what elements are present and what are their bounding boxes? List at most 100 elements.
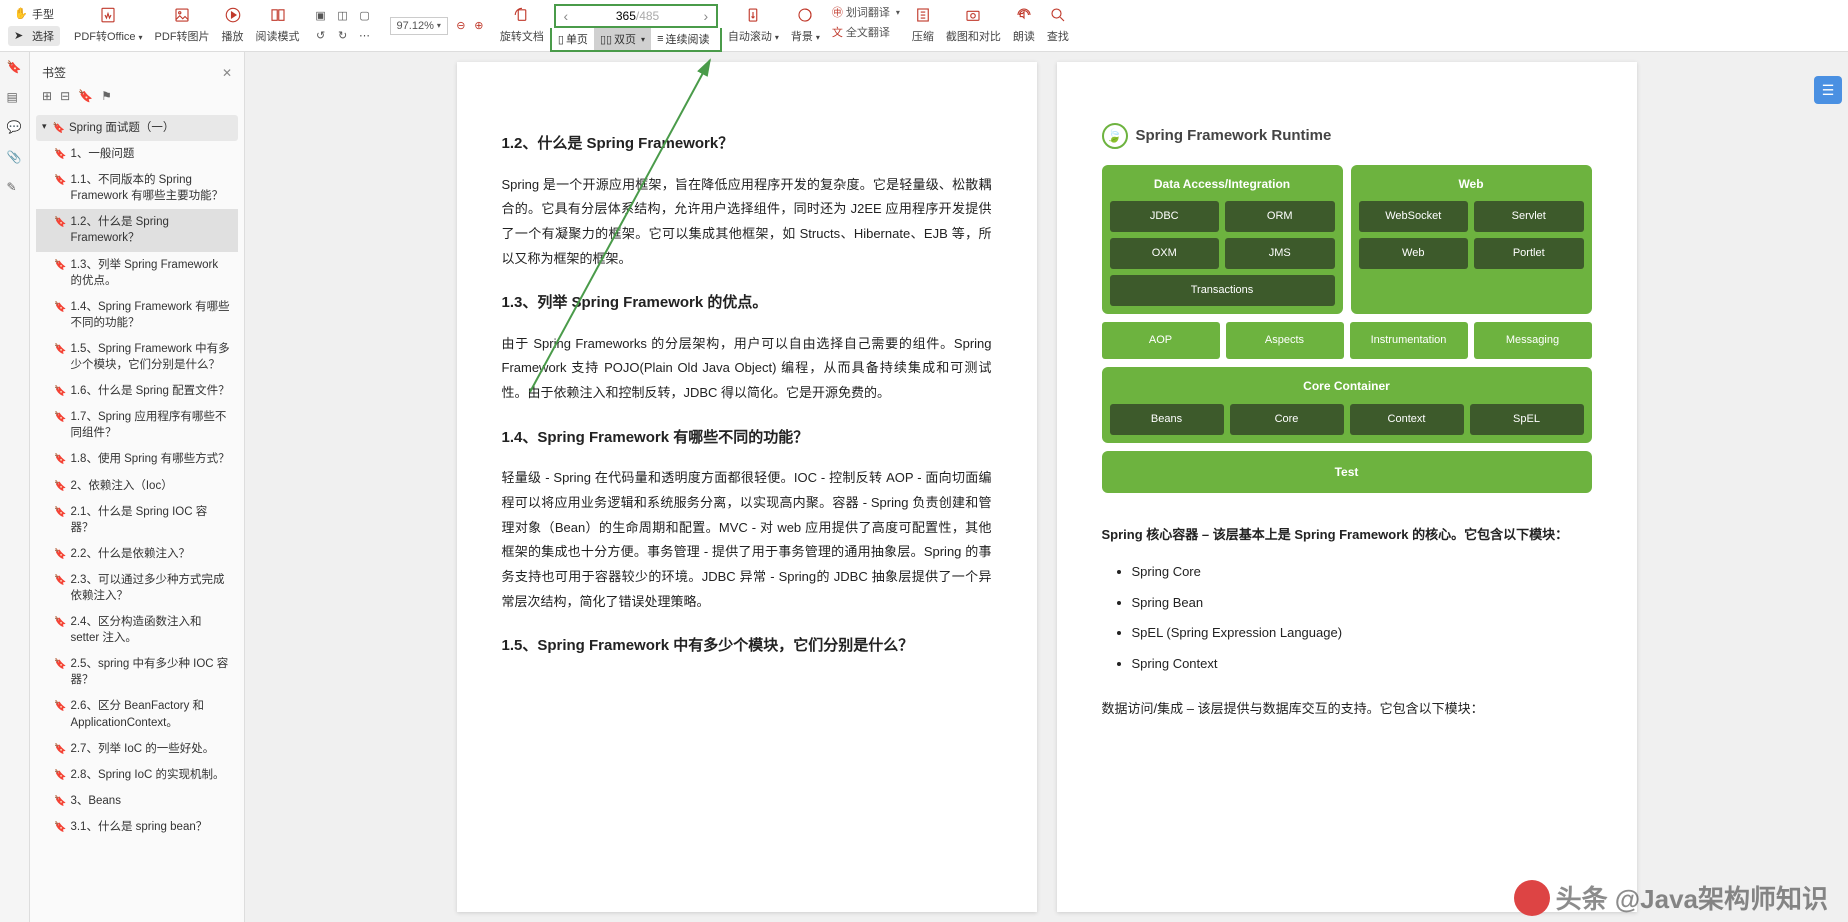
crop-icon[interactable]: ▣ (312, 7, 330, 25)
auto-scroll[interactable]: 自动滚动▾ (728, 4, 779, 44)
rotate-left-icon[interactable]: ↺ (312, 27, 330, 45)
heading-1-5: 1.5、Spring Framework 中有多少个模块，它们分别是什么？ (502, 632, 992, 661)
play-button[interactable]: 播放 (222, 4, 244, 44)
single-icon: ▯ (558, 33, 564, 46)
float-tool-button[interactable]: ☰ (1814, 76, 1842, 104)
read-mode[interactable]: 阅读模式 (256, 4, 300, 44)
sidebar-item[interactable]: 🔖1.3、列举 Spring Framework 的优点。 (36, 252, 238, 294)
spring-logo-icon: 🍃 (1102, 123, 1128, 149)
heading-1-3: 1.3、列举 Spring Framework 的优点。 (502, 289, 992, 318)
avatar-icon (1514, 880, 1550, 916)
close-sidebar[interactable]: ✕ (222, 66, 232, 80)
expand-all-icon[interactable]: ⊞ (42, 89, 52, 103)
word-icon (97, 4, 119, 26)
rotate-doc[interactable]: 旋转文档 (500, 4, 544, 44)
zoom-select[interactable]: 97.12%▾ (390, 17, 448, 35)
sidebar-item[interactable]: 🔖2.3、可以通过多少种方式完成依赖注入？ (36, 567, 238, 609)
screenshot[interactable]: 截图和对比 (946, 4, 1001, 44)
bookmark-icon: 🔖 (54, 574, 66, 604)
rotate-right-icon[interactable]: ↻ (334, 27, 352, 45)
sidebar-item[interactable]: 🔖2.7、列举 IoC 的一些好处。 (36, 736, 238, 762)
list-item: Spring Core (1132, 560, 1592, 585)
sidebar-item[interactable]: 🔖3、Beans (36, 788, 238, 814)
list-item: Spring Context (1132, 652, 1592, 677)
hand-icon: ✋ (14, 7, 28, 21)
scroll-icon (742, 4, 764, 26)
signature-panel-icon[interactable]: ✎ (7, 180, 23, 196)
heading-1-2: 1.2、什么是 Spring Framework？ (502, 130, 992, 159)
full-translate[interactable]: 文全文翻译 (832, 24, 890, 40)
continuous-view[interactable]: ≡连续阅读 (651, 28, 715, 50)
compress[interactable]: 压缩 (912, 4, 934, 44)
sidebar-item[interactable]: 🔖1.2、什么是 Spring Framework？ (36, 209, 238, 251)
bookmark-add-icon[interactable]: 🔖 (78, 89, 93, 103)
word-translate[interactable]: ㊥划词翻译▾ (832, 4, 900, 20)
page-right: 🍃Spring Framework Runtime Data Access/In… (1057, 62, 1637, 912)
page-input[interactable] (576, 9, 636, 23)
bg-icon (794, 4, 816, 26)
sidebar-item[interactable]: 🔖1.1、不同版本的 Spring Framework 有哪些主要功能？ (36, 167, 238, 209)
image-icon (171, 4, 193, 26)
next-page[interactable]: › (696, 8, 716, 24)
sidebar-item[interactable]: 🔖1.5、Spring Framework 中有多少个模块，它们分别是什么？ (36, 336, 238, 378)
more-icon[interactable]: ⋯ (356, 27, 374, 45)
book-icon (267, 4, 289, 26)
sidebar-item[interactable]: 🔖1.6、什么是 Spring 配置文件？ (36, 378, 238, 404)
bookmark-icon: 🔖 (54, 480, 66, 494)
outline-panel-icon[interactable]: ▤ (7, 90, 23, 106)
pdf-to-office[interactable]: PDF转Office▾ (74, 4, 143, 44)
attachment-panel-icon[interactable]: 📎 (7, 150, 23, 166)
sidebar-item[interactable]: 🔖3.1、什么是 spring bean？ (36, 814, 238, 840)
sidebar-item[interactable]: 🔖2.2、什么是依赖注入？ (36, 541, 238, 567)
zoom-out-icon[interactable]: ⊖ (452, 17, 470, 35)
bookmark-icon: 🔖 (54, 148, 66, 162)
heading-1-4: 1.4、Spring Framework 有哪些不同的功能？ (502, 424, 992, 453)
watermark: 头条 @Java架构师知识 (1514, 879, 1828, 916)
sidebar-item[interactable]: 🔖2.6、区分 BeanFactory 和 ApplicationContext… (36, 693, 238, 735)
continuous-icon: ≡ (657, 33, 663, 45)
background[interactable]: 背景▾ (791, 4, 820, 44)
compress-icon (912, 4, 934, 26)
sidebar-item[interactable]: 🔖1.8、使用 Spring 有哪些方式？ (36, 446, 238, 472)
bookmark-panel-icon[interactable]: 🔖 (7, 60, 23, 76)
sidebar-item[interactable]: 🔖1.4、Spring Framework 有哪些不同的功能？ (36, 294, 238, 336)
bookmark-icon: 🔖 (54, 821, 66, 835)
sidebar-item[interactable]: 🔖2.1、什么是 Spring IOC 容器？ (36, 499, 238, 541)
sidebar-root[interactable]: ▾🔖Spring 面试题（一） (36, 115, 238, 141)
para-1-3: 由于 Spring Frameworks 的分层架构，用户可以自由选择自己需要的… (502, 332, 992, 406)
crop2-icon[interactable]: ◫ (334, 7, 352, 25)
bookmark-icon: 🔖 (54, 743, 66, 757)
comment-panel-icon[interactable]: 💬 (7, 120, 23, 136)
camera-icon (962, 4, 984, 26)
pdf-to-image[interactable]: PDF转图片 (155, 4, 210, 44)
hand-tool[interactable]: ✋手型 (8, 4, 60, 24)
bookmark-icon: 🔖 (54, 548, 66, 562)
sidebar-title: 书签 (42, 64, 66, 81)
sidebar-item[interactable]: 🔖1.7、Spring 应用程序有哪些不同组件？ (36, 404, 238, 446)
zoom-in-icon[interactable]: ⊕ (470, 17, 488, 35)
bookmark-icon: 🔖 (54, 216, 66, 246)
single-page-view[interactable]: ▯单页 (552, 28, 594, 50)
sidebar-item[interactable]: 🔖2.5、spring 中有多少种 IOC 容器？ (36, 651, 238, 693)
prev-page[interactable]: ‹ (556, 8, 576, 24)
select-tool[interactable]: ➤选择 (8, 26, 60, 46)
bookmark-icon: 🔖 (54, 700, 66, 730)
sidebar-item[interactable]: 🔖2.4、区分构造函数注入和 setter 注入。 (36, 609, 238, 651)
bookmark-flag-icon[interactable]: ⚑ (101, 89, 112, 103)
sidebar-item[interactable]: 🔖1、一般问题 (36, 141, 238, 167)
sidebar-item[interactable]: 🔖2、依赖注入（Ioc） (36, 473, 238, 499)
double-page-view[interactable]: ▯▯双页▾ (594, 28, 651, 50)
collapse-all-icon[interactable]: ⊟ (60, 89, 70, 103)
page-total: /485 (636, 9, 696, 23)
fit-icon[interactable]: ▢ (356, 7, 374, 25)
find[interactable]: 查找 (1047, 4, 1069, 44)
read-aloud[interactable]: 朗读 (1013, 4, 1035, 44)
bookmark-icon: 🔖 (54, 658, 66, 688)
bookmark-icon: 🔖 (54, 795, 66, 809)
list-item: SpEL (Spring Expression Language) (1132, 621, 1592, 646)
bookmark-icon: 🔖 (54, 343, 66, 373)
chevron-down-icon: ▾ (42, 120, 47, 136)
cursor-icon: ➤ (14, 29, 28, 43)
translate-icon: ㊥ (832, 4, 843, 20)
sidebar-item[interactable]: 🔖2.8、Spring IoC 的实现机制。 (36, 762, 238, 788)
